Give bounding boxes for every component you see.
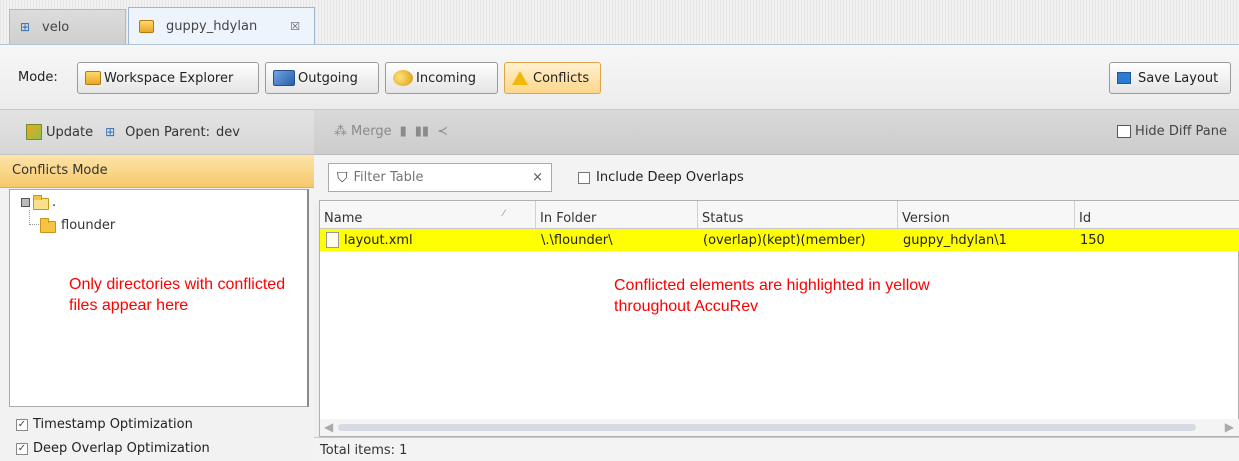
scrollbar-thumb[interactable] [338,424,1196,431]
status-bar: Total items: 1 [314,437,1239,461]
outgoing-label: Outgoing [298,70,358,86]
deep-overlap-optimization-checkbox[interactable]: ✓ Deep Overlap Optimization [16,441,210,456]
merge-icon[interactable]: ⁂ [334,124,347,139]
deep-overlap-optimization-label: Deep Overlap Optimization [33,441,210,456]
tree-root-label: . [52,195,57,210]
parent-stream-name: dev [215,124,240,140]
scroll-right-icon[interactable]: ▶ [1225,420,1234,434]
left-toolbar: Update ⊞ Open Parent: dev [0,110,314,155]
cell-version: guppy_hdylan\1 [903,233,1007,248]
tab-strip: ⊞ velo guppy_hdylan ☒ [0,0,1239,44]
column-header-in-folder[interactable]: In Folder [536,201,698,229]
history-icon[interactable]: ≺ [437,124,448,139]
tree-child-label: flounder [61,218,116,233]
workspace-explorer-button[interactable]: Workspace Explorer [77,62,259,94]
diff-pane-icon [1117,125,1132,138]
update-button[interactable]: Update [46,125,93,140]
conflicts-mode-header: Conflicts Mode [0,155,314,188]
checkmark-icon: ✓ [16,442,28,455]
cell-id: 150 [1080,233,1105,248]
outgoing-icon [273,70,295,86]
include-deep-overlaps-label: Include Deep Overlaps [596,170,744,185]
save-layout-label: Save Layout [1138,70,1219,86]
sort-indicator-icon: ⁄ [503,209,505,219]
collapse-icon[interactable] [21,198,30,207]
tab-label: velo [42,19,70,35]
conflicts-button[interactable]: Conflicts [504,62,601,94]
scroll-left-icon[interactable]: ◀ [324,420,333,434]
table-row[interactable]: layout.xml \.\flounder\ (overlap)(kept)(… [320,229,1239,251]
cell-name-text: layout.xml [344,232,413,248]
warning-icon [512,71,528,85]
timestamp-optimization-label: Timestamp Optimization [33,417,193,432]
update-icon[interactable] [26,124,42,140]
merge-tools: ⁂ Merge ▮ ▮▮ ≺ [334,124,448,139]
merge-button[interactable]: Merge [351,124,392,139]
document-icon[interactable]: ▮ [400,124,407,139]
clear-filter-icon[interactable]: × [532,170,543,185]
column-header-id[interactable]: Id [1075,201,1239,229]
workspace-icon [139,19,154,33]
annotation-right: Conflicted elements are highlighted in y… [614,277,930,315]
tab-velo[interactable]: ⊞ velo [9,9,126,44]
cell-status: (overlap)(kept)(member) [703,233,866,248]
filter-box: ⛉ × [328,163,552,192]
tab-label: guppy_hdylan [166,18,258,34]
copy-icon[interactable]: ▮▮ [415,124,429,139]
hide-diff-pane-button[interactable]: Hide Diff Pane [1117,124,1227,139]
folder-icon [40,218,56,233]
save-layout-button[interactable]: Save Layout [1109,62,1231,94]
network-icon: ⊞ [20,20,31,34]
mode-bar: Mode: Workspace Explorer Outgoing Incomi… [0,44,1239,110]
horizontal-scrollbar[interactable]: ◀ ▶ [320,419,1239,436]
tab-guppy-hdylan[interactable]: guppy_hdylan ☒ [128,7,315,44]
table-header: Name ⁄ In Folder Status Version Id [320,201,1239,229]
checkmark-icon: ✓ [16,418,28,431]
annotation-left: Only directories with conflicted files a… [69,276,286,314]
column-header-version[interactable]: Version [898,201,1075,229]
filter-icon: ⛉ [337,169,348,186]
layout-icon [1117,72,1131,84]
hide-diff-label: Hide Diff Pane [1135,124,1227,139]
close-icon[interactable]: ☒ [290,20,300,33]
outgoing-button[interactable]: Outgoing [265,62,379,94]
timestamp-optimization-checkbox[interactable]: ✓ Timestamp Optimization [16,417,193,432]
workspace-explorer-icon [85,71,101,85]
mode-label: Mode: [18,70,58,85]
filter-row: ⛉ × Include Deep Overlaps [314,155,1239,205]
cell-in-folder: \.\flounder\ [541,233,613,248]
checkbox-unchecked [578,171,590,184]
include-deep-overlaps-checkbox[interactable]: Include Deep Overlaps [578,170,744,185]
conflicts-label: Conflicts [533,70,590,86]
column-header-status[interactable]: Status [698,201,898,229]
incoming-icon [393,70,413,86]
file-icon [326,232,339,248]
tree-node-flounder[interactable]: flounder [40,218,115,233]
right-toolbar: ⁂ Merge ▮ ▮▮ ≺ Hide Diff Pane [314,110,1239,155]
incoming-label: Incoming [416,70,476,86]
open-parent-icon[interactable]: ⊞ [105,125,121,139]
folder-icon [33,195,49,210]
tree-node-root[interactable]: . [21,195,56,210]
filter-table-input[interactable] [353,170,524,185]
incoming-button[interactable]: Incoming [385,62,498,94]
workspace-explorer-label: Workspace Explorer [104,70,234,86]
open-parent-button[interactable]: Open Parent: [125,125,210,140]
cell-name: layout.xml [320,229,536,251]
conflicts-table: Name ⁄ In Folder Status Version Id layou… [319,200,1239,437]
